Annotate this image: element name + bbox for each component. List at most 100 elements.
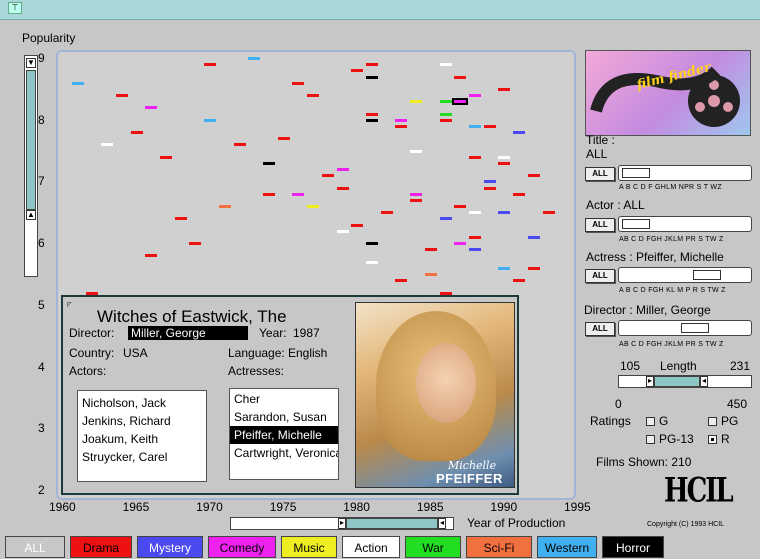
movie-mark-comedy[interactable] [469,94,481,98]
actress-slider[interactable] [618,267,752,283]
movie-mark-drama[interactable] [483,124,496,128]
genre-button-horror[interactable]: Horror [602,536,664,558]
director-slider[interactable] [618,320,752,336]
movie-mark-drama[interactable] [366,112,378,116]
checkbox-icon[interactable] [708,417,717,427]
movie-mark-war[interactable] [439,112,452,116]
list-item[interactable]: Struycker, Carel [78,448,206,466]
movie-mark-horror[interactable] [366,242,378,246]
movie-mark-drama[interactable] [513,192,526,196]
movie-mark-action[interactable] [410,149,423,153]
movie-mark-drama[interactable] [395,279,408,283]
scroll-down-arrow-icon[interactable]: ▼ [26,58,36,68]
genre-button-comedy[interactable]: Comedy [208,536,276,558]
genre-button-scifi[interactable]: Sci-Fi [466,536,532,558]
movie-mark-action[interactable] [469,211,481,215]
list-item[interactable]: Nicholson, Jack [78,394,206,412]
title-slider-thumb[interactable] [622,168,650,178]
movie-mark-western[interactable] [469,124,481,128]
actor-slider[interactable] [618,216,752,232]
movie-mark-mystery[interactable] [439,217,452,221]
list-item[interactable]: Joakum, Keith [78,430,206,448]
movie-mark-mystery[interactable] [469,248,481,252]
movie-mark-action[interactable] [336,229,349,233]
movie-mark-drama[interactable] [263,192,275,196]
movie-mark-western[interactable] [71,81,84,85]
movie-mark-drama[interactable] [233,143,246,147]
movie-mark-drama[interactable] [380,211,393,215]
movie-mark-action[interactable] [101,143,114,147]
window-menu-button[interactable]: ⊤ [8,2,22,14]
year-left-arrow-icon[interactable]: ▸ [338,518,346,529]
movie-mark-horror[interactable] [366,118,378,122]
movie-mark-comedy[interactable] [395,118,408,122]
length-range-thumb[interactable] [654,376,700,387]
movie-mark-drama[interactable] [174,217,187,221]
year-range-thumb[interactable] [346,518,438,529]
movie-mark-drama[interactable] [130,131,143,135]
checkbox-checked-icon[interactable] [708,435,717,445]
movie-mark-drama[interactable] [115,94,128,98]
movie-mark-comedy[interactable] [336,168,349,172]
length-left-arrow-icon[interactable]: ▸ [646,376,654,387]
movie-mark-drama[interactable] [454,75,467,79]
director-slider-thumb[interactable] [681,323,709,333]
checkbox-icon[interactable] [646,435,655,445]
movie-mark-scifi[interactable] [424,273,437,276]
list-item[interactable]: Jenkins, Richard [78,412,206,430]
rating-pg-checkbox[interactable]: PG [708,414,738,428]
movie-mark-action[interactable] [439,63,452,67]
movie-mark-drama[interactable] [336,186,349,190]
movie-mark-drama[interactable] [160,155,172,159]
actor-slider-thumb[interactable] [622,219,650,229]
movie-mark-mystery[interactable] [527,235,540,239]
title-slider[interactable] [618,165,752,181]
movie-mark-western[interactable] [248,57,261,60]
movie-mark-drama[interactable] [527,174,540,178]
actresses-list[interactable]: Cher Sarandon, Susan Pfeiffer, Michelle … [229,388,339,480]
popularity-scroll-thumb[interactable] [26,70,36,210]
movie-mark-drama[interactable] [527,266,540,270]
movie-mark-drama[interactable] [321,174,334,178]
movie-mark-drama[interactable] [204,63,217,67]
movie-mark-drama[interactable] [483,186,496,190]
genre-button-war[interactable]: War [405,536,461,558]
list-item[interactable]: Cher [230,390,338,408]
movie-mark-western[interactable] [204,118,217,122]
rating-pg13-checkbox[interactable]: PG-13 [646,432,694,446]
movie-mark-mystery[interactable] [513,131,526,135]
movie-mark-comedy[interactable] [145,106,158,110]
movie-mark-mystery[interactable] [498,211,511,215]
genre-button-mystery[interactable]: Mystery [137,536,203,558]
movie-mark-music[interactable] [410,100,423,104]
movie-mark-drama[interactable] [454,205,467,209]
checkbox-icon[interactable] [646,417,655,427]
movie-mark-drama[interactable] [542,211,555,215]
movie-mark-drama[interactable] [351,69,364,73]
director-all-button[interactable]: ALL [585,322,615,336]
movie-mark-action[interactable] [498,155,511,159]
list-item-selected[interactable]: Pfeiffer, Michelle [230,426,338,444]
movie-mark-drama[interactable] [189,242,202,246]
movie-mark-drama[interactable] [424,248,437,252]
genre-button-action[interactable]: Action [342,536,400,558]
movie-mark-drama[interactable] [277,137,290,141]
rating-g-checkbox[interactable]: G [646,414,668,428]
title-all-button[interactable]: ALL [585,167,615,181]
movie-mark-drama[interactable] [498,87,511,91]
list-item[interactable]: Cartwright, Veronica [230,444,338,462]
movie-mark-action[interactable] [366,260,378,264]
movie-mark-music[interactable] [307,205,320,209]
movie-mark-drama[interactable] [469,235,481,239]
movie-mark-western[interactable] [498,266,511,270]
movie-mark-comedy[interactable] [454,242,467,246]
director-value[interactable]: Miller, George [128,326,248,340]
movie-mark-drama[interactable] [292,81,305,85]
movie-mark-drama[interactable] [366,63,378,67]
movie-mark-comedy[interactable] [292,192,305,196]
genre-button-drama[interactable]: Drama [70,536,132,558]
actress-all-button[interactable]: ALL [585,269,615,283]
rating-r-checkbox[interactable]: R [708,432,730,446]
movie-mark-horror[interactable] [366,75,378,79]
movie-mark-drama[interactable] [439,118,452,122]
